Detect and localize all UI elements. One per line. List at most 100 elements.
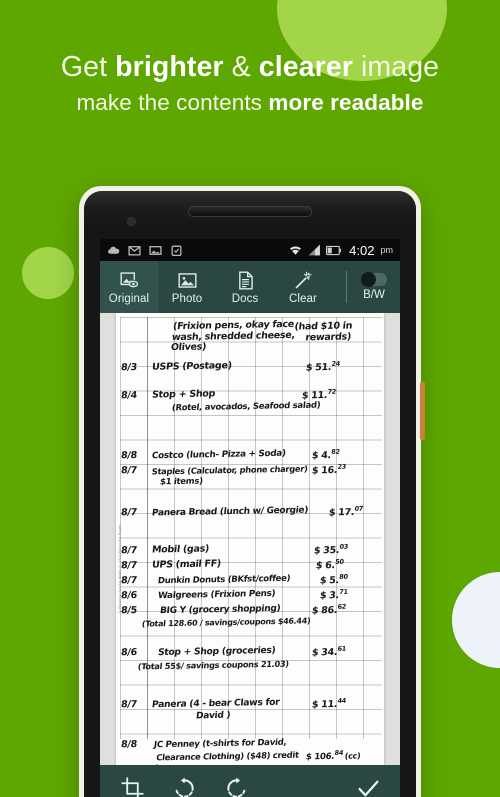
bw-switch-knob <box>361 272 376 287</box>
ledger-date: 8/7 <box>120 506 138 519</box>
ledger-date: 8/7 <box>120 559 138 572</box>
amt-cents: 62 <box>337 602 347 611</box>
ledger-amount: $ 17.07 <box>328 505 363 519</box>
amt-main: $ 11. <box>301 389 328 402</box>
magic-wand-icon <box>294 271 311 289</box>
bw-toggle[interactable]: B/W <box>348 261 400 313</box>
filter-docs-label: Docs <box>231 292 259 305</box>
amt-main: $ 106. <box>305 751 335 763</box>
rotate-right-button[interactable] <box>210 765 262 797</box>
amt-main: $ 5. <box>319 575 340 587</box>
amt-main: $ 4. <box>311 450 332 462</box>
headline-text-pre: Get <box>60 51 116 83</box>
ledger-header-note: (had $10 in rewards) <box>293 320 353 343</box>
filter-original-label: Original <box>108 292 150 305</box>
crop-button[interactable] <box>106 765 158 797</box>
headline2-bold: more readable <box>268 90 424 115</box>
hdr-l2: wash, shredded cheese, <box>171 329 296 343</box>
ledger-desc: Walgreens (Frixion Pens) <box>157 588 276 602</box>
ledger-subnote: $1 items) <box>159 476 204 488</box>
status-bar-meridiem: pm <box>380 245 393 255</box>
ledger-desc: Dunkin Donuts (BKfst/coffee) <box>157 573 291 587</box>
phone-earpiece-speaker <box>188 206 312 217</box>
image-eye-icon <box>119 271 138 288</box>
ledger-amount: $ 11.72 <box>301 388 336 402</box>
ledger-date: 8/6 <box>120 646 138 659</box>
ledger-desc: Stop + Shop (groceries) <box>157 644 276 659</box>
promo-headline: Get brighter & clearer image make the co… <box>0 48 500 120</box>
amt-main: $ 17. <box>328 506 355 519</box>
ledger-date: 8/7 <box>120 698 138 711</box>
ledger-amount: $ 5.80 <box>319 573 348 587</box>
rotate-left-button[interactable] <box>158 765 210 797</box>
android-status-bar: 4:02 pm <box>100 239 400 261</box>
amt-main: $ 11. <box>311 698 338 711</box>
ledger-date: 8/7 <box>120 464 138 477</box>
image-icon <box>149 245 162 255</box>
bw-toggle-label: B/W <box>363 289 385 301</box>
ledger-desc: USPS (Postage) <box>151 360 233 373</box>
checkmark-icon <box>358 780 378 796</box>
headline-line-2: make the contents more readable <box>0 86 500 120</box>
ledger-header-lines: (Frixion pens, okay face wash, shredded c… <box>170 319 296 354</box>
amt-cents: 82 <box>330 447 341 456</box>
ledger-subnote: (Total 55$/ savings coupons 21.03) <box>137 658 290 672</box>
phone-mockup: 4:02 pm Original Photo Docs Clear B/W © … <box>79 186 425 797</box>
front-camera-icon <box>128 218 135 225</box>
wifi-icon <box>290 246 302 255</box>
amt-cents: 72 <box>327 387 337 396</box>
amt-main: $ 3. <box>319 590 340 602</box>
gmail-icon <box>128 245 141 255</box>
amt-cents: 84 <box>334 748 344 757</box>
clipboard-check-icon <box>171 245 182 256</box>
promo-screenshot: Get brighter & clearer image make the co… <box>0 0 500 797</box>
filter-docs-button[interactable]: Docs <box>216 261 274 313</box>
ledger-amount: $ 34.61 <box>311 645 346 659</box>
filter-toolbar: Original Photo Docs Clear B/W <box>100 261 400 313</box>
filter-clear-button[interactable]: Clear <box>274 261 332 313</box>
ledger-subnote: David ) <box>195 710 231 722</box>
photo-icon <box>177 272 197 288</box>
ledger-desc: Costco (lunch- Pizza + Soda) <box>151 448 287 462</box>
ledger-desc: JC Penney (t-shirts for David, <box>153 737 287 751</box>
ledger-desc: BIG Y (grocery shopping) <box>159 603 281 617</box>
filter-photo-button[interactable]: Photo <box>158 261 216 313</box>
signal-bars-icon <box>308 244 321 256</box>
filter-original-button[interactable]: Original <box>100 261 158 313</box>
bw-switch-track[interactable] <box>361 272 387 287</box>
phone-screen: 4:02 pm Original Photo Docs Clear B/W © … <box>100 239 400 797</box>
amt-main: $ 35. <box>313 544 340 557</box>
ledger-amount: $ 86.62 <box>311 603 346 617</box>
phone-side-button[interactable] <box>420 382 425 440</box>
filter-photo-label: Photo <box>171 292 203 305</box>
document-viewer[interactable]: © Roaring Spring Made in USA Recycled Pa… <box>100 313 400 765</box>
amt-cents: 23 <box>337 462 347 471</box>
edit-toolbar <box>100 765 400 797</box>
headline-bold-clearer: clearer <box>258 51 353 83</box>
ledger-date: 8/8 <box>120 738 138 751</box>
amt-main: $ 6. <box>315 560 336 572</box>
ledger-date: 8/5 <box>120 604 138 617</box>
ledger-amount: $ 3.71 <box>319 588 348 602</box>
ledger-desc: Panera Bread (lunch w/ Georgie) <box>151 505 309 519</box>
ledger-date: 8/7 <box>120 574 138 587</box>
ledger-subnote: (Total 128.60 / savings/coupons $46.44) <box>141 616 311 629</box>
cloud-download-icon <box>108 246 120 254</box>
status-bar-system-icons: 4:02 pm <box>288 243 393 258</box>
status-bar-notification-icons <box>107 244 183 257</box>
rotate-clockwise-icon <box>226 777 245 797</box>
amt-main: $ 86. <box>311 604 338 617</box>
hdr-note2: rewards) <box>304 331 352 344</box>
amt-main: $ 51. <box>305 361 332 374</box>
toolbar-divider <box>346 271 347 303</box>
amt-cents: 50 <box>334 557 345 566</box>
confirm-button[interactable] <box>342 765 394 797</box>
amt-cents: 80 <box>338 572 349 581</box>
amt-cents: 61 <box>337 644 347 653</box>
ledger-date: 8/4 <box>120 389 138 402</box>
headline-bold-brighter: brighter <box>115 51 224 83</box>
crop-icon <box>121 777 143 797</box>
ledger-amount: $ 106.84(cc) <box>305 748 361 763</box>
decorative-circle-right <box>452 572 500 668</box>
ledger-subnote: (Rotel, avocados, Seafood salad) <box>171 400 321 414</box>
